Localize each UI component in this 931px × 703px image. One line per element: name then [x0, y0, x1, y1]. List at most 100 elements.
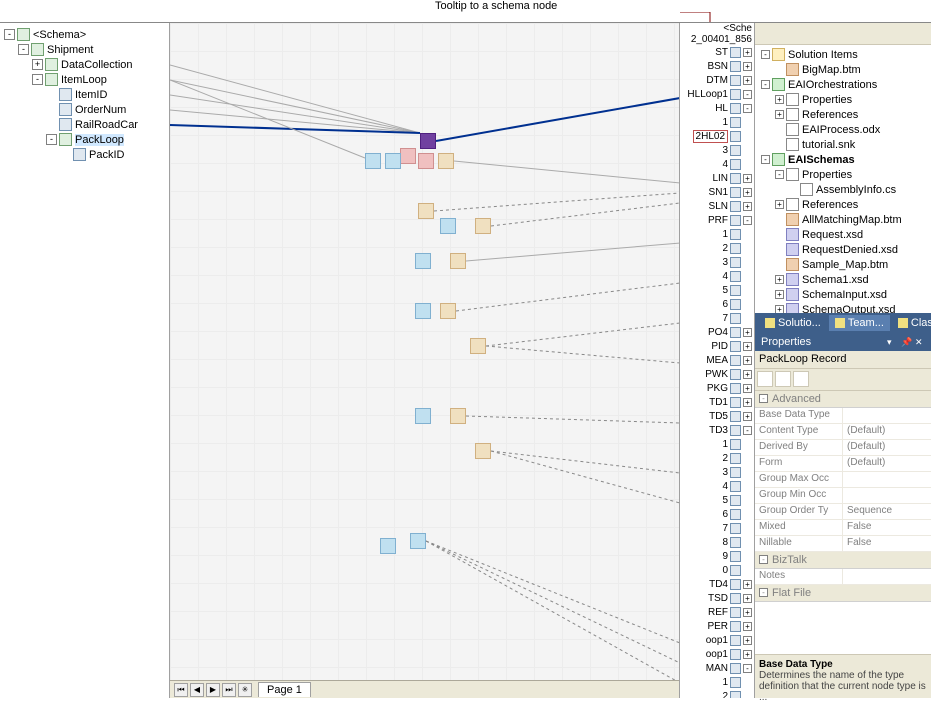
page-tab[interactable]: Page 1 — [258, 682, 311, 697]
dest-schema-node[interactable]: 9 — [680, 549, 754, 563]
page-last-button[interactable]: ⏭ — [222, 683, 236, 697]
dest-schema-node[interactable]: 3 — [680, 255, 754, 269]
functoid[interactable] — [415, 253, 431, 269]
page-first-button[interactable]: ⏮ — [174, 683, 188, 697]
functoid[interactable] — [470, 338, 486, 354]
schema-node[interactable]: -ItemLoop — [4, 72, 169, 87]
functoid[interactable] — [418, 153, 434, 169]
dest-schema-node[interactable]: 4 — [680, 157, 754, 171]
close-icon[interactable]: ✕ — [915, 337, 925, 347]
solution-item[interactable]: +SchemaInput.xsd — [757, 287, 929, 302]
solution-item[interactable]: EAIProcess.odx — [757, 122, 929, 137]
property-row[interactable]: Notes — [755, 569, 931, 585]
schema-node[interactable]: ItemID — [4, 87, 169, 102]
page-prev-button[interactable]: ◀ — [190, 683, 204, 697]
property-row[interactable]: NillableFalse — [755, 536, 931, 552]
schema-node[interactable]: +DataCollection — [4, 57, 169, 72]
solution-item[interactable]: -EAIOrchestrations — [757, 77, 929, 92]
solution-item[interactable]: AllMatchingMap.btm — [757, 212, 929, 227]
expand-toggle[interactable]: - — [46, 134, 57, 145]
expand-toggle[interactable]: + — [743, 622, 752, 631]
properties-grid[interactable]: -AdvancedBase Data TypeContent Type(Defa… — [755, 391, 931, 655]
functoid[interactable] — [380, 538, 396, 554]
dest-schema-node[interactable]: SLN+ — [680, 199, 754, 213]
schema-node[interactable]: PackID — [4, 147, 169, 162]
mapping-canvas[interactable]: ⏮ ◀ ▶ ⏭ ✳ Page 1 — [170, 23, 680, 698]
solution-item[interactable]: tutorial.snk — [757, 137, 929, 152]
schema-node[interactable]: -Shipment — [4, 42, 169, 57]
dest-schema-node[interactable]: 3 — [680, 465, 754, 479]
property-value[interactable]: (Default) — [843, 424, 931, 439]
functoid[interactable] — [410, 533, 426, 549]
solution-item[interactable]: Request.xsd — [757, 227, 929, 242]
source-schema-tree[interactable]: -<Schema>-Shipment+DataCollection-ItemLo… — [0, 23, 170, 698]
solution-item[interactable]: -EAISchemas — [757, 152, 929, 167]
dest-schema-node[interactable]: TSD+ — [680, 591, 754, 605]
expand-toggle[interactable]: + — [743, 188, 752, 197]
dest-schema-node[interactable]: 2 — [680, 241, 754, 255]
expand-toggle[interactable]: + — [743, 384, 752, 393]
dest-schema-node[interactable]: MAN- — [680, 661, 754, 675]
expand-toggle[interactable]: - — [743, 90, 752, 99]
expand-toggle[interactable]: + — [743, 48, 752, 57]
solution-item[interactable]: -Solution Items — [757, 47, 929, 62]
dest-schema-node[interactable]: 2HL02 — [680, 129, 754, 143]
solution-item[interactable]: +References — [757, 197, 929, 212]
dest-schema-node[interactable]: HLLoop1- — [680, 87, 754, 101]
expand-toggle[interactable]: + — [743, 398, 752, 407]
prop-pages-button[interactable] — [793, 371, 809, 387]
expand-toggle[interactable]: - — [743, 664, 752, 673]
category-toggle[interactable]: - — [759, 588, 768, 597]
expand-toggle[interactable]: + — [32, 59, 43, 70]
functoid[interactable] — [415, 303, 431, 319]
expand-toggle[interactable]: + — [743, 328, 752, 337]
dest-schema-node[interactable]: REF+ — [680, 605, 754, 619]
functoid[interactable] — [415, 408, 431, 424]
solution-item[interactable]: RequestDenied.xsd — [757, 242, 929, 257]
dest-schema-node[interactable]: PKG+ — [680, 381, 754, 395]
property-row[interactable]: Group Max Occ — [755, 472, 931, 488]
functoid[interactable] — [438, 153, 454, 169]
category-toggle[interactable]: - — [759, 555, 768, 564]
expand-toggle[interactable]: + — [743, 580, 752, 589]
property-value[interactable] — [843, 472, 931, 487]
expand-toggle[interactable]: - — [18, 44, 29, 55]
category-toggle[interactable]: - — [759, 394, 768, 403]
functoid[interactable] — [400, 148, 416, 164]
property-value[interactable]: False — [843, 520, 931, 535]
expand-toggle[interactable]: - — [743, 104, 752, 113]
functoid[interactable] — [365, 153, 381, 169]
dest-schema-node[interactable]: 1 — [680, 437, 754, 451]
functoid[interactable] — [450, 253, 466, 269]
prop-category[interactable]: -BizTalk — [755, 552, 931, 569]
expand-toggle[interactable]: + — [743, 650, 752, 659]
expand-toggle[interactable]: + — [743, 202, 752, 211]
functoid[interactable] — [418, 203, 434, 219]
dest-schema-node[interactable]: TD5+ — [680, 409, 754, 423]
property-row[interactable]: Base Data Type — [755, 408, 931, 424]
schema-node[interactable]: -PackLoop — [4, 132, 169, 147]
functoid[interactable] — [440, 303, 456, 319]
dest-schema-node[interactable]: 1 — [680, 227, 754, 241]
pin-icon[interactable]: 📌 — [901, 337, 911, 347]
dropdown-icon[interactable]: ▾ — [887, 337, 897, 347]
dest-schema-node[interactable]: 0 — [680, 563, 754, 577]
solution-item[interactable]: +SchemaOutput.xsd — [757, 302, 929, 313]
dest-schema-node[interactable]: BSN+ — [680, 59, 754, 73]
functoid[interactable] — [385, 153, 401, 169]
expand-toggle[interactable]: + — [743, 62, 752, 71]
tool-tab[interactable]: Team... — [829, 315, 890, 331]
dest-schema-node[interactable]: 1 — [680, 115, 754, 129]
expand-toggle[interactable]: + — [775, 110, 784, 119]
property-value[interactable] — [843, 488, 931, 503]
functoid[interactable] — [475, 218, 491, 234]
property-row[interactable]: Form(Default) — [755, 456, 931, 472]
functoid[interactable] — [450, 408, 466, 424]
functoid[interactable] — [420, 133, 436, 149]
prop-categorized-button[interactable] — [757, 371, 773, 387]
expand-toggle[interactable]: + — [743, 174, 752, 183]
property-value[interactable]: (Default) — [843, 440, 931, 455]
property-row[interactable]: Content Type(Default) — [755, 424, 931, 440]
expand-toggle[interactable]: - — [775, 170, 784, 179]
dest-schema-node[interactable]: PER+ — [680, 619, 754, 633]
